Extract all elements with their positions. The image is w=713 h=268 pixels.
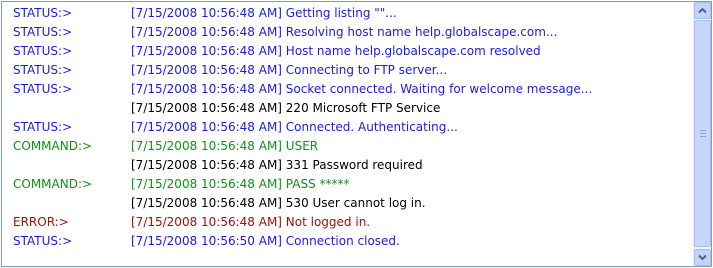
log-line: [7/15/2008 10:56:48 AM] 331 Password req… — [2, 156, 692, 175]
log-line: [7/15/2008 10:56:48 AM] 220 Microsoft FT… — [2, 99, 692, 118]
log-prefix: STATUS:> — [13, 234, 73, 248]
log-prefix: STATUS:> — [13, 44, 73, 58]
scroll-up-button[interactable] — [694, 2, 711, 19]
scroll-thumb[interactable] — [694, 20, 711, 247]
log-prefix: STATUS:> — [13, 63, 73, 77]
log-message: [7/15/2008 10:56:48 AM] Getting listing … — [131, 6, 397, 20]
log-prefix: COMMAND:> — [13, 177, 93, 191]
log-line: [7/15/2008 10:56:48 AM] 530 User cannot … — [2, 194, 692, 213]
log-line: STATUS:> [7/15/2008 10:56:48 AM] Connect… — [2, 118, 692, 137]
ftp-log-window[interactable]: STATUS:> [7/15/2008 10:56:48 AM] Getting… — [1, 1, 712, 267]
scroll-thumb-grip-icon — [700, 130, 706, 137]
log-line: STATUS:> [7/15/2008 10:56:48 AM] Socket … — [2, 80, 692, 99]
log-prefix: STATUS:> — [13, 120, 73, 134]
log-prefix: STATUS:> — [13, 82, 73, 96]
log-line: STATUS:> [7/15/2008 10:56:50 AM] Connect… — [2, 232, 692, 251]
log-message: [7/15/2008 10:56:48 AM] Not logged in. — [131, 215, 371, 229]
log-content: STATUS:> [7/15/2008 10:56:48 AM] Getting… — [2, 2, 692, 266]
log-prefix: STATUS:> — [13, 6, 73, 20]
log-line: COMMAND:> [7/15/2008 10:56:48 AM] PASS *… — [2, 175, 692, 194]
log-line: ERROR:> [7/15/2008 10:56:48 AM] Not logg… — [2, 213, 692, 232]
log-message: [7/15/2008 10:56:48 AM] 220 Microsoft FT… — [131, 101, 441, 115]
scroll-down-arrow-icon — [698, 254, 707, 261]
log-line: STATUS:> [7/15/2008 10:56:48 AM] Connect… — [2, 61, 692, 80]
log-message: [7/15/2008 10:56:48 AM] 331 Password req… — [131, 158, 423, 172]
log-line: STATUS:> [7/15/2008 10:56:48 AM] Host na… — [2, 42, 692, 61]
log-prefix: COMMAND:> — [13, 139, 93, 153]
log-line: STATUS:> [7/15/2008 10:56:48 AM] Getting… — [2, 4, 692, 23]
vertical-scrollbar[interactable] — [693, 2, 711, 266]
log-line: STATUS:> [7/15/2008 10:56:48 AM] Resolvi… — [2, 23, 692, 42]
scroll-down-button[interactable] — [694, 249, 711, 266]
log-message: [7/15/2008 10:56:48 AM] Host name help.g… — [131, 44, 541, 58]
log-message: [7/15/2008 10:56:48 AM] Resolving host n… — [131, 25, 558, 39]
log-message: [7/15/2008 10:56:48 AM] Connecting to FT… — [131, 63, 448, 77]
log-message: [7/15/2008 10:56:48 AM] Socket connected… — [131, 82, 593, 96]
log-message: [7/15/2008 10:56:48 AM] PASS ***** — [131, 177, 350, 191]
log-message: [7/15/2008 10:56:48 AM] 530 User cannot … — [131, 196, 426, 210]
scroll-up-arrow-icon — [698, 7, 707, 14]
log-message: [7/15/2008 10:56:48 AM] Connected. Authe… — [131, 120, 458, 134]
log-prefix: STATUS:> — [13, 25, 73, 39]
log-line: COMMAND:> [7/15/2008 10:56:48 AM] USER — [2, 137, 692, 156]
log-message: [7/15/2008 10:56:48 AM] USER — [131, 139, 319, 153]
log-message: [7/15/2008 10:56:50 AM] Connection close… — [131, 234, 400, 248]
log-prefix: ERROR:> — [13, 215, 69, 229]
